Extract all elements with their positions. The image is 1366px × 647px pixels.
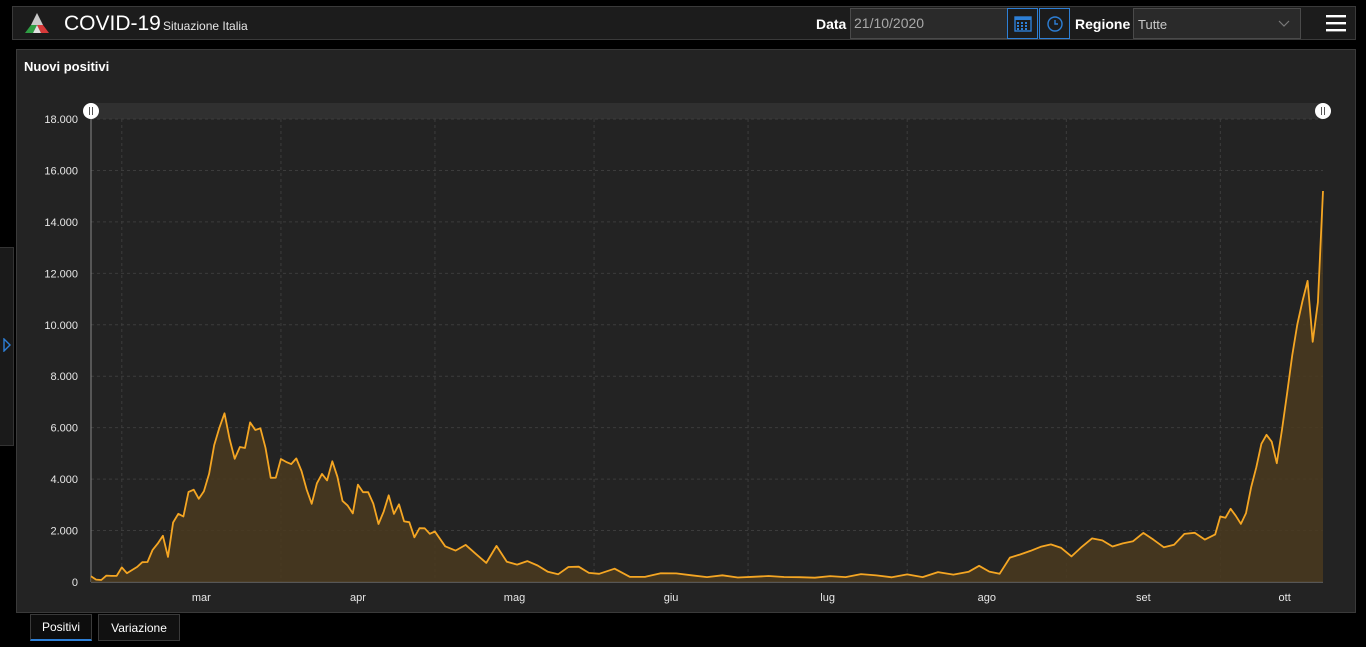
- y-tick-label: 12.000: [44, 268, 78, 280]
- clock-icon: [1046, 15, 1063, 32]
- date-label: Data: [816, 16, 847, 32]
- area-chart: 18.000 16.000 14.000 12.000 10.000 8.000 6.000…: [44, 103, 1331, 604]
- menu-icon[interactable]: [1325, 12, 1347, 34]
- chevron-down-icon: [1278, 20, 1290, 27]
- y-tick-label: 18.000: [44, 114, 78, 126]
- range-handle-start[interactable]: [83, 103, 99, 119]
- y-tick-label: 4.000: [50, 474, 78, 486]
- tab-variazione[interactable]: Variazione: [98, 614, 180, 641]
- x-tick-label: giu: [664, 592, 679, 604]
- y-tick-label: 6.000: [50, 423, 78, 435]
- side-panel-toggle[interactable]: [0, 247, 14, 446]
- x-tick-label: mar: [192, 592, 211, 604]
- x-tick-label: apr: [350, 592, 366, 604]
- date-input[interactable]: 21/10/2020: [850, 8, 1008, 39]
- region-label: Regione: [1075, 16, 1131, 32]
- x-tick-label: mag: [504, 592, 525, 604]
- app-title: COVID-19: [64, 12, 161, 35]
- y-tick-label: 10.000: [44, 320, 78, 332]
- x-tick-label: lug: [820, 592, 835, 604]
- chevron-right-icon: [3, 338, 11, 352]
- calendar-button[interactable]: [1007, 8, 1038, 39]
- range-handle-end[interactable]: [1315, 103, 1331, 119]
- calendar-icon: [1013, 16, 1032, 32]
- y-tick-label: 14.000: [44, 217, 78, 229]
- y-tick-label: 0: [72, 577, 78, 589]
- y-tick-label: 8.000: [50, 371, 78, 383]
- region-select[interactable]: Tutte: [1133, 8, 1301, 39]
- x-tick-label: ott: [1279, 592, 1291, 604]
- x-tick-label: ago: [978, 592, 996, 604]
- app-logo-icon: [25, 13, 49, 33]
- time-button[interactable]: [1039, 8, 1070, 39]
- tab-positivi[interactable]: Positivi: [30, 614, 92, 641]
- x-tick-label: set: [1136, 592, 1151, 604]
- y-tick-label: 2.000: [50, 526, 78, 538]
- top-bar: COVID-19 Situazione Italia Data 21/10/20…: [12, 6, 1356, 40]
- series-area: [91, 191, 1323, 582]
- y-tick-label: 16.000: [44, 165, 78, 177]
- app-subtitle: Situazione Italia: [163, 19, 248, 33]
- chart-panel: Nuovi positivi 18.000 16.000 14.000 12.000 1…: [16, 49, 1356, 613]
- range-slider-track: [91, 103, 1323, 119]
- region-value: Tutte: [1138, 17, 1168, 32]
